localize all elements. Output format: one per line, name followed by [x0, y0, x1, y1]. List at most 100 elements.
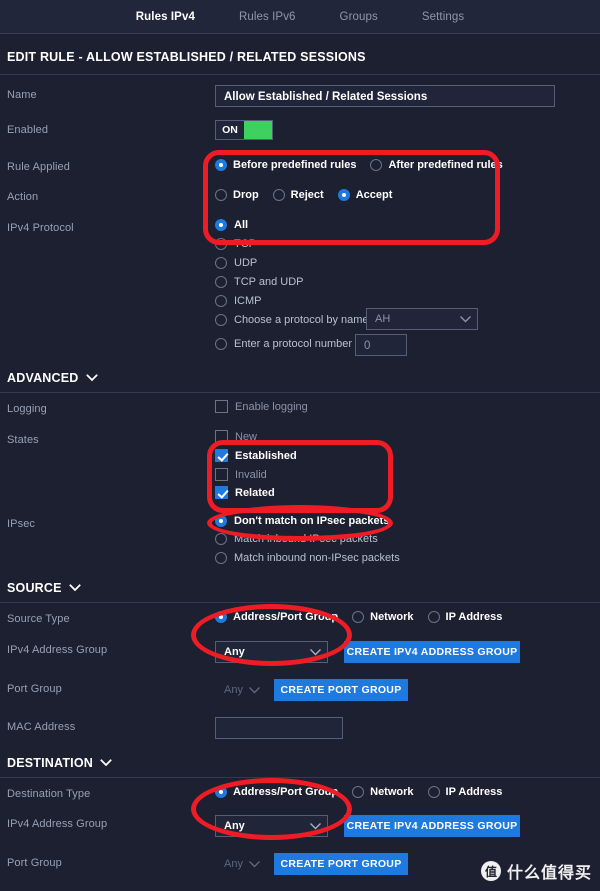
watermark-text: 什么值得买 [506, 863, 592, 882]
name-input[interactable]: Allow Established / Related Sessions [215, 85, 555, 107]
tab-rules-ipv4[interactable]: Rules IPv4 [114, 0, 217, 34]
enabled-toggle-knob [244, 121, 272, 139]
name-label: Name [7, 89, 37, 101]
checkbox-state-invalid[interactable]: Invalid [215, 468, 267, 481]
section-source-header[interactable]: SOURCE [7, 581, 81, 595]
destination-create-ipv4-address-group-button[interactable]: CREATE IPV4 ADDRESS GROUP [344, 815, 520, 837]
radio-icon-destination-ip-address [427, 786, 440, 798]
source-create-port-group-button[interactable]: CREATE PORT GROUP [274, 679, 408, 701]
radio-ipsec-match-inbound[interactable]: Match inbound IPsec packets [215, 533, 378, 545]
radio-label-ipsec-dont-match: Don't match on IPsec packets [234, 515, 390, 527]
radio-destination-ip-address[interactable]: IP Address [427, 786, 502, 798]
radio-icon-drop [215, 189, 227, 201]
source-port-group-label: Port Group [7, 683, 62, 695]
radio-icon-protocol-tcp-udp [215, 276, 227, 288]
radio-label-source-address-port-group: Address/Port Group [233, 611, 339, 623]
chevron-down-icon [460, 315, 471, 322]
radio-destination-network[interactable]: Network [352, 786, 414, 798]
radio-label-reject: Reject [290, 189, 324, 201]
tab-rules-ipv6[interactable]: Rules IPv6 [217, 0, 318, 34]
radio-icon-ipsec-match-inbound [215, 533, 227, 545]
checkbox-state-related[interactable]: Related [215, 486, 275, 499]
radio-icon-reject [272, 189, 285, 201]
watermark: 值 什么值得买 [480, 859, 592, 883]
radio-icon-ipsec-dont-match [215, 515, 227, 527]
radio-icon-destination-address-port-group [215, 786, 227, 798]
source-type-radio-group: Address/Port Group Network IP Address [215, 611, 516, 623]
source-create-ipv4-address-group-button[interactable]: CREATE IPV4 ADDRESS GROUP [344, 641, 520, 663]
checkbox-state-new[interactable]: New [215, 430, 257, 443]
radio-protocol-all[interactable]: All [215, 219, 248, 231]
destination-port-group-select[interactable]: Any [215, 853, 267, 875]
enabled-label: Enabled [7, 124, 49, 136]
radio-label-protocol-icmp: ICMP [234, 295, 262, 307]
destination-create-port-group-button[interactable]: CREATE PORT GROUP [274, 853, 408, 875]
source-address-group-select[interactable]: Any [215, 641, 328, 663]
radio-icon-protocol-tcp [215, 238, 227, 250]
radio-label-destination-address-port-group: Address/Port Group [233, 786, 339, 798]
divider-source [0, 602, 600, 603]
radio-icon-destination-network [352, 786, 365, 798]
protocol-number-input[interactable]: 0 [355, 334, 407, 356]
radio-destination-address-port-group[interactable]: Address/Port Group [215, 786, 338, 798]
radio-source-network[interactable]: Network [352, 611, 414, 623]
radio-ipsec-dont-match[interactable]: Don't match on IPsec packets [215, 515, 389, 527]
protocol-name-select-value: AH [375, 313, 391, 325]
checkbox-enable-logging[interactable]: Enable logging [215, 400, 308, 413]
tab-settings[interactable]: Settings [400, 0, 486, 34]
divider-title [0, 74, 600, 75]
firewall-rule-edit-page: Rules IPv4 Rules IPv6 Groups Settings ED… [0, 0, 600, 891]
radio-icon-after-predefined [370, 159, 383, 171]
divider-advanced [0, 392, 600, 393]
radio-action-accept[interactable]: Accept [337, 189, 392, 201]
radio-icon-before-predefined [215, 159, 227, 171]
destination-type-radio-group: Address/Port Group Network IP Address [215, 786, 516, 798]
chevron-down-icon [310, 822, 321, 829]
protocol-name-select[interactable]: AH [366, 308, 478, 330]
radio-after-predefined-rules[interactable]: After predefined rules [370, 159, 503, 171]
tab-groups[interactable]: Groups [318, 0, 400, 34]
radio-icon-protocol-by-name [215, 314, 227, 326]
radio-protocol-udp[interactable]: UDP [215, 257, 257, 269]
section-advanced-header[interactable]: ADVANCED [7, 371, 98, 385]
radio-label-destination-network: Network [370, 786, 414, 798]
radio-protocol-by-number[interactable]: Enter a protocol number [215, 338, 352, 350]
radio-before-predefined-rules[interactable]: Before predefined rules [215, 159, 356, 171]
page-title: EDIT RULE - ALLOW ESTABLISHED / RELATED … [7, 50, 366, 64]
section-advanced-title: ADVANCED [7, 371, 79, 385]
radio-protocol-icmp[interactable]: ICMP [215, 295, 262, 307]
radio-action-reject[interactable]: Reject [272, 189, 324, 201]
radio-protocol-tcp-and-udp[interactable]: TCP and UDP [215, 276, 304, 288]
radio-label-before-predefined: Before predefined rules [233, 159, 357, 171]
enabled-toggle-label: ON [222, 124, 238, 136]
mac-address-input[interactable] [215, 717, 343, 739]
section-destination-header[interactable]: DESTINATION [7, 756, 112, 770]
source-port-group-select[interactable]: Any [215, 679, 267, 701]
radio-protocol-by-name[interactable]: Choose a protocol by name [215, 314, 369, 326]
checkbox-icon-state-new [215, 430, 228, 443]
chevron-down-icon [68, 584, 81, 592]
checkbox-state-established[interactable]: Established [215, 449, 297, 462]
chevron-down-icon [85, 374, 98, 382]
chevron-down-icon [310, 648, 321, 655]
radio-label-protocol-all: All [234, 219, 249, 231]
states-label: States [7, 434, 39, 446]
destination-port-group-label: Port Group [7, 857, 62, 869]
radio-label-protocol-tcp-udp: TCP and UDP [234, 276, 304, 288]
checkbox-label-enable-logging: Enable logging [235, 400, 308, 413]
radio-protocol-tcp[interactable]: TCP [215, 238, 256, 250]
radio-action-drop[interactable]: Drop [215, 189, 259, 201]
chevron-down-icon [249, 686, 260, 693]
source-type-label: Source Type [7, 613, 70, 625]
radio-source-address-port-group[interactable]: Address/Port Group [215, 611, 338, 623]
checkbox-icon-state-established [215, 449, 228, 462]
radio-ipsec-match-inbound-non[interactable]: Match inbound non-IPsec packets [215, 552, 400, 564]
radio-icon-protocol-by-number [215, 338, 227, 350]
radio-source-ip-address[interactable]: IP Address [427, 611, 502, 623]
destination-address-group-select[interactable]: Any [215, 815, 328, 837]
checkbox-label-state-new: New [235, 430, 258, 443]
radio-label-protocol-by-name: Choose a protocol by name [234, 314, 369, 326]
enabled-toggle[interactable]: ON [215, 120, 273, 140]
checkbox-label-state-established: Established [235, 449, 297, 462]
checkbox-label-state-related: Related [235, 486, 275, 499]
